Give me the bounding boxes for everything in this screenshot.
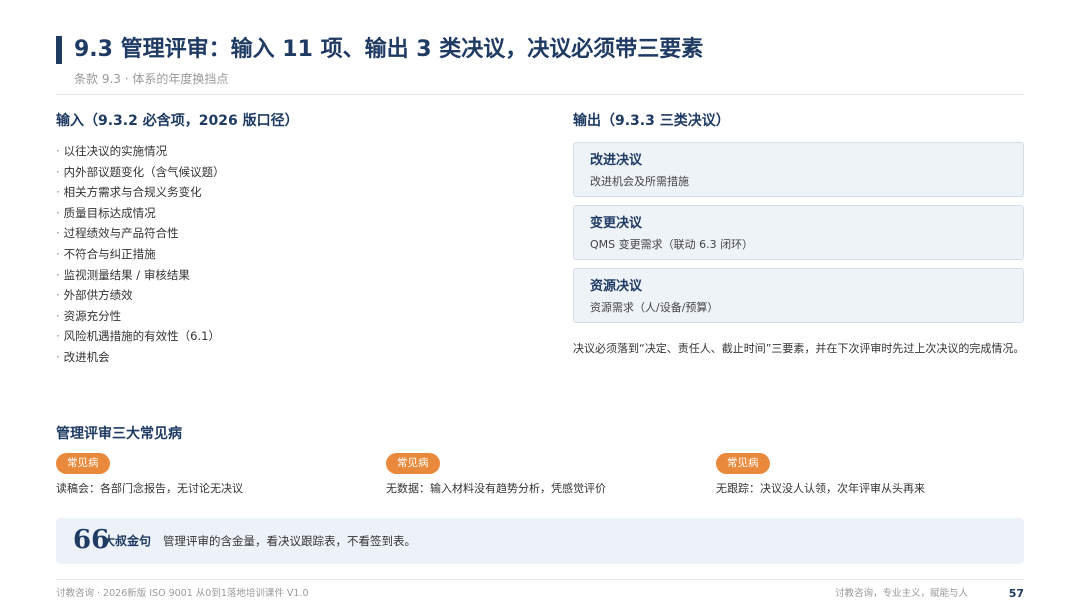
list-item: · 相关方需求与合规义务变化 <box>56 182 225 203</box>
bullet-icon: · <box>56 205 60 220</box>
list-item-text: 风险机遇措施的有效性（6.1） <box>63 329 220 344</box>
issue-badge: 常见病 <box>56 453 110 474</box>
output-note: 决议必须落到“决定、责任人、截止时间”三要素，并在下次评审时先过上次决议的完成情… <box>573 342 1025 355</box>
quote-box: 66 大叔金句 管理评审的含金量，看决议跟踪表，不看签到表。 <box>56 518 1024 564</box>
bullet-icon: · <box>56 267 60 282</box>
output-card-desc: 资源需求（人/设备/预算） <box>590 301 719 314</box>
issues-section-heading: 管理评审三大常见病 <box>56 426 182 442</box>
list-item-text: 资源充分性 <box>63 308 122 323</box>
quote-text: 管理评审的含金量，看决议跟踪表，不看签到表。 <box>163 534 416 548</box>
bullet-icon: · <box>56 164 60 179</box>
list-item-text: 以往决议的实施情况 <box>63 144 168 158</box>
list-item: · 质量目标达成情况 <box>56 203 225 224</box>
input-list: · 以往决议的实施情况 · 内外部议题变化（含气候议题） · 相关方需求与合规义务变化… <box>56 141 225 368</box>
bullet-icon: · <box>56 308 60 323</box>
output-card-desc: 改进机会及所需措施 <box>590 175 689 188</box>
list-item: · 过程绩效与产品符合性 <box>56 223 225 244</box>
footer-slogan: 讨教咨询，专业主义，赋能与人 <box>834 588 968 599</box>
list-item-text: 质量目标达成情况 <box>63 205 156 220</box>
list-item: · 监视测量结果 / 审核结果 <box>56 265 225 286</box>
output-card-change: 变更决议 QMS 变更需求（联动 6.3 闭环） <box>573 205 1024 260</box>
list-item-text: 不符合与纠正措施 <box>63 246 156 261</box>
output-card-title: 资源决议 <box>590 279 643 294</box>
list-item-text: 过程绩效与产品符合性 <box>63 226 179 241</box>
list-item-text: 相关方需求与合规义务变化 <box>63 185 202 200</box>
footer-divider <box>56 579 1024 580</box>
list-item: · 内外部议题变化（含气候议题） <box>56 162 225 183</box>
output-card-title: 变更决议 <box>590 216 643 231</box>
output-card-desc: QMS 变更需求（联动 6.3 闭环） <box>590 238 754 251</box>
input-section-heading: 输入（9.3.2 必含项，2026 版口径） <box>56 113 299 129</box>
issue-text: 无跟踪：决议没人认领，次年评审从头再来 <box>716 482 925 495</box>
title-accent-bar <box>56 36 62 64</box>
issue-text: 读稿会：各部门念报告，无讨论无决议 <box>56 482 243 495</box>
list-item-text: 监视测量结果 / 审核结果 <box>63 267 190 282</box>
bullet-icon: · <box>56 144 60 158</box>
bullet-icon: · <box>56 246 60 261</box>
output-section-heading: 输出（9.3.3 三类决议） <box>573 113 730 129</box>
output-card-improvement: 改进决议 改进机会及所需措施 <box>573 142 1024 197</box>
page-number: 57 <box>1008 587 1024 600</box>
bullet-icon: · <box>56 349 60 364</box>
output-card-title: 改进决议 <box>590 153 643 168</box>
list-item: · 资源充分性 <box>56 306 225 327</box>
quote-label: 大叔金句 <box>103 534 152 548</box>
page-title: 9.3 管理评审：输入 11 项、输出 3 类决议，决议必须带三要素 <box>74 37 704 62</box>
page-subtitle: 条款 9.3 · 体系的年度换挡点 <box>74 72 229 86</box>
list-item: · 不符合与纠正措施 <box>56 244 225 265</box>
footer-course-title: 讨教咨询 · 2026新版 ISO 9001 从0到1落地培训课件 V1.0 <box>56 588 309 599</box>
bullet-icon: · <box>56 288 60 303</box>
issue-badge: 常见病 <box>716 453 770 474</box>
output-card-resource: 资源决议 资源需求（人/设备/预算） <box>573 268 1024 323</box>
list-item: · 以往决议的实施情况 <box>56 141 225 162</box>
bullet-icon: · <box>56 185 60 200</box>
list-item-text: 改进机会 <box>63 349 110 364</box>
bullet-icon: · <box>56 329 60 344</box>
list-item-text: 外部供方绩效 <box>63 288 133 303</box>
issue-badge: 常见病 <box>386 453 440 474</box>
list-item: · 改进机会 <box>56 347 225 368</box>
header-divider <box>56 94 1024 95</box>
bullet-icon: · <box>56 226 60 241</box>
list-item: · 风险机遇措施的有效性（6.1） <box>56 326 225 347</box>
list-item-text: 内外部议题变化（含气候议题） <box>63 164 225 179</box>
issue-text: 无数据：输入材料没有趋势分析，凭感觉评价 <box>386 482 606 495</box>
list-item: · 外部供方绩效 <box>56 285 225 306</box>
